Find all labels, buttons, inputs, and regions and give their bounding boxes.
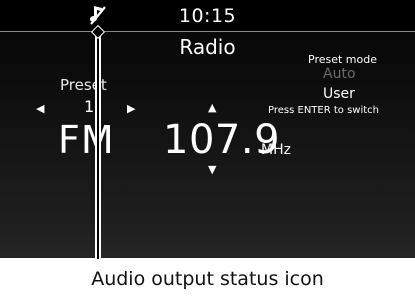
preset-prev-arrow-icon[interactable]: ◀ [36,102,44,115]
callout-caption: Audio output status icon [91,268,324,290]
tune-up-arrow-icon[interactable]: ▲ [208,101,216,114]
preset-next-arrow-icon[interactable]: ▶ [127,102,135,115]
band-label: FM [58,118,115,162]
preset-number: 1 [84,97,95,116]
status-bar: 10:15 [0,0,415,32]
preset-mode-title: Preset mode [308,53,377,66]
clock: 10:15 [178,5,237,27]
radio-screen: 10:15 Radio Preset ◀ 1 ▶ FM ▲ 107.9 MHz … [0,0,415,258]
tune-down-arrow-icon[interactable]: ▼ [208,163,216,176]
frequency-unit: MHz [261,142,291,158]
callout-line [97,30,99,259]
preset-mode-option-auto[interactable]: Auto [323,66,356,82]
preset-mode-option-user[interactable]: User [323,86,355,102]
preset-mode-hint: Press ENTER to switch [268,105,379,116]
